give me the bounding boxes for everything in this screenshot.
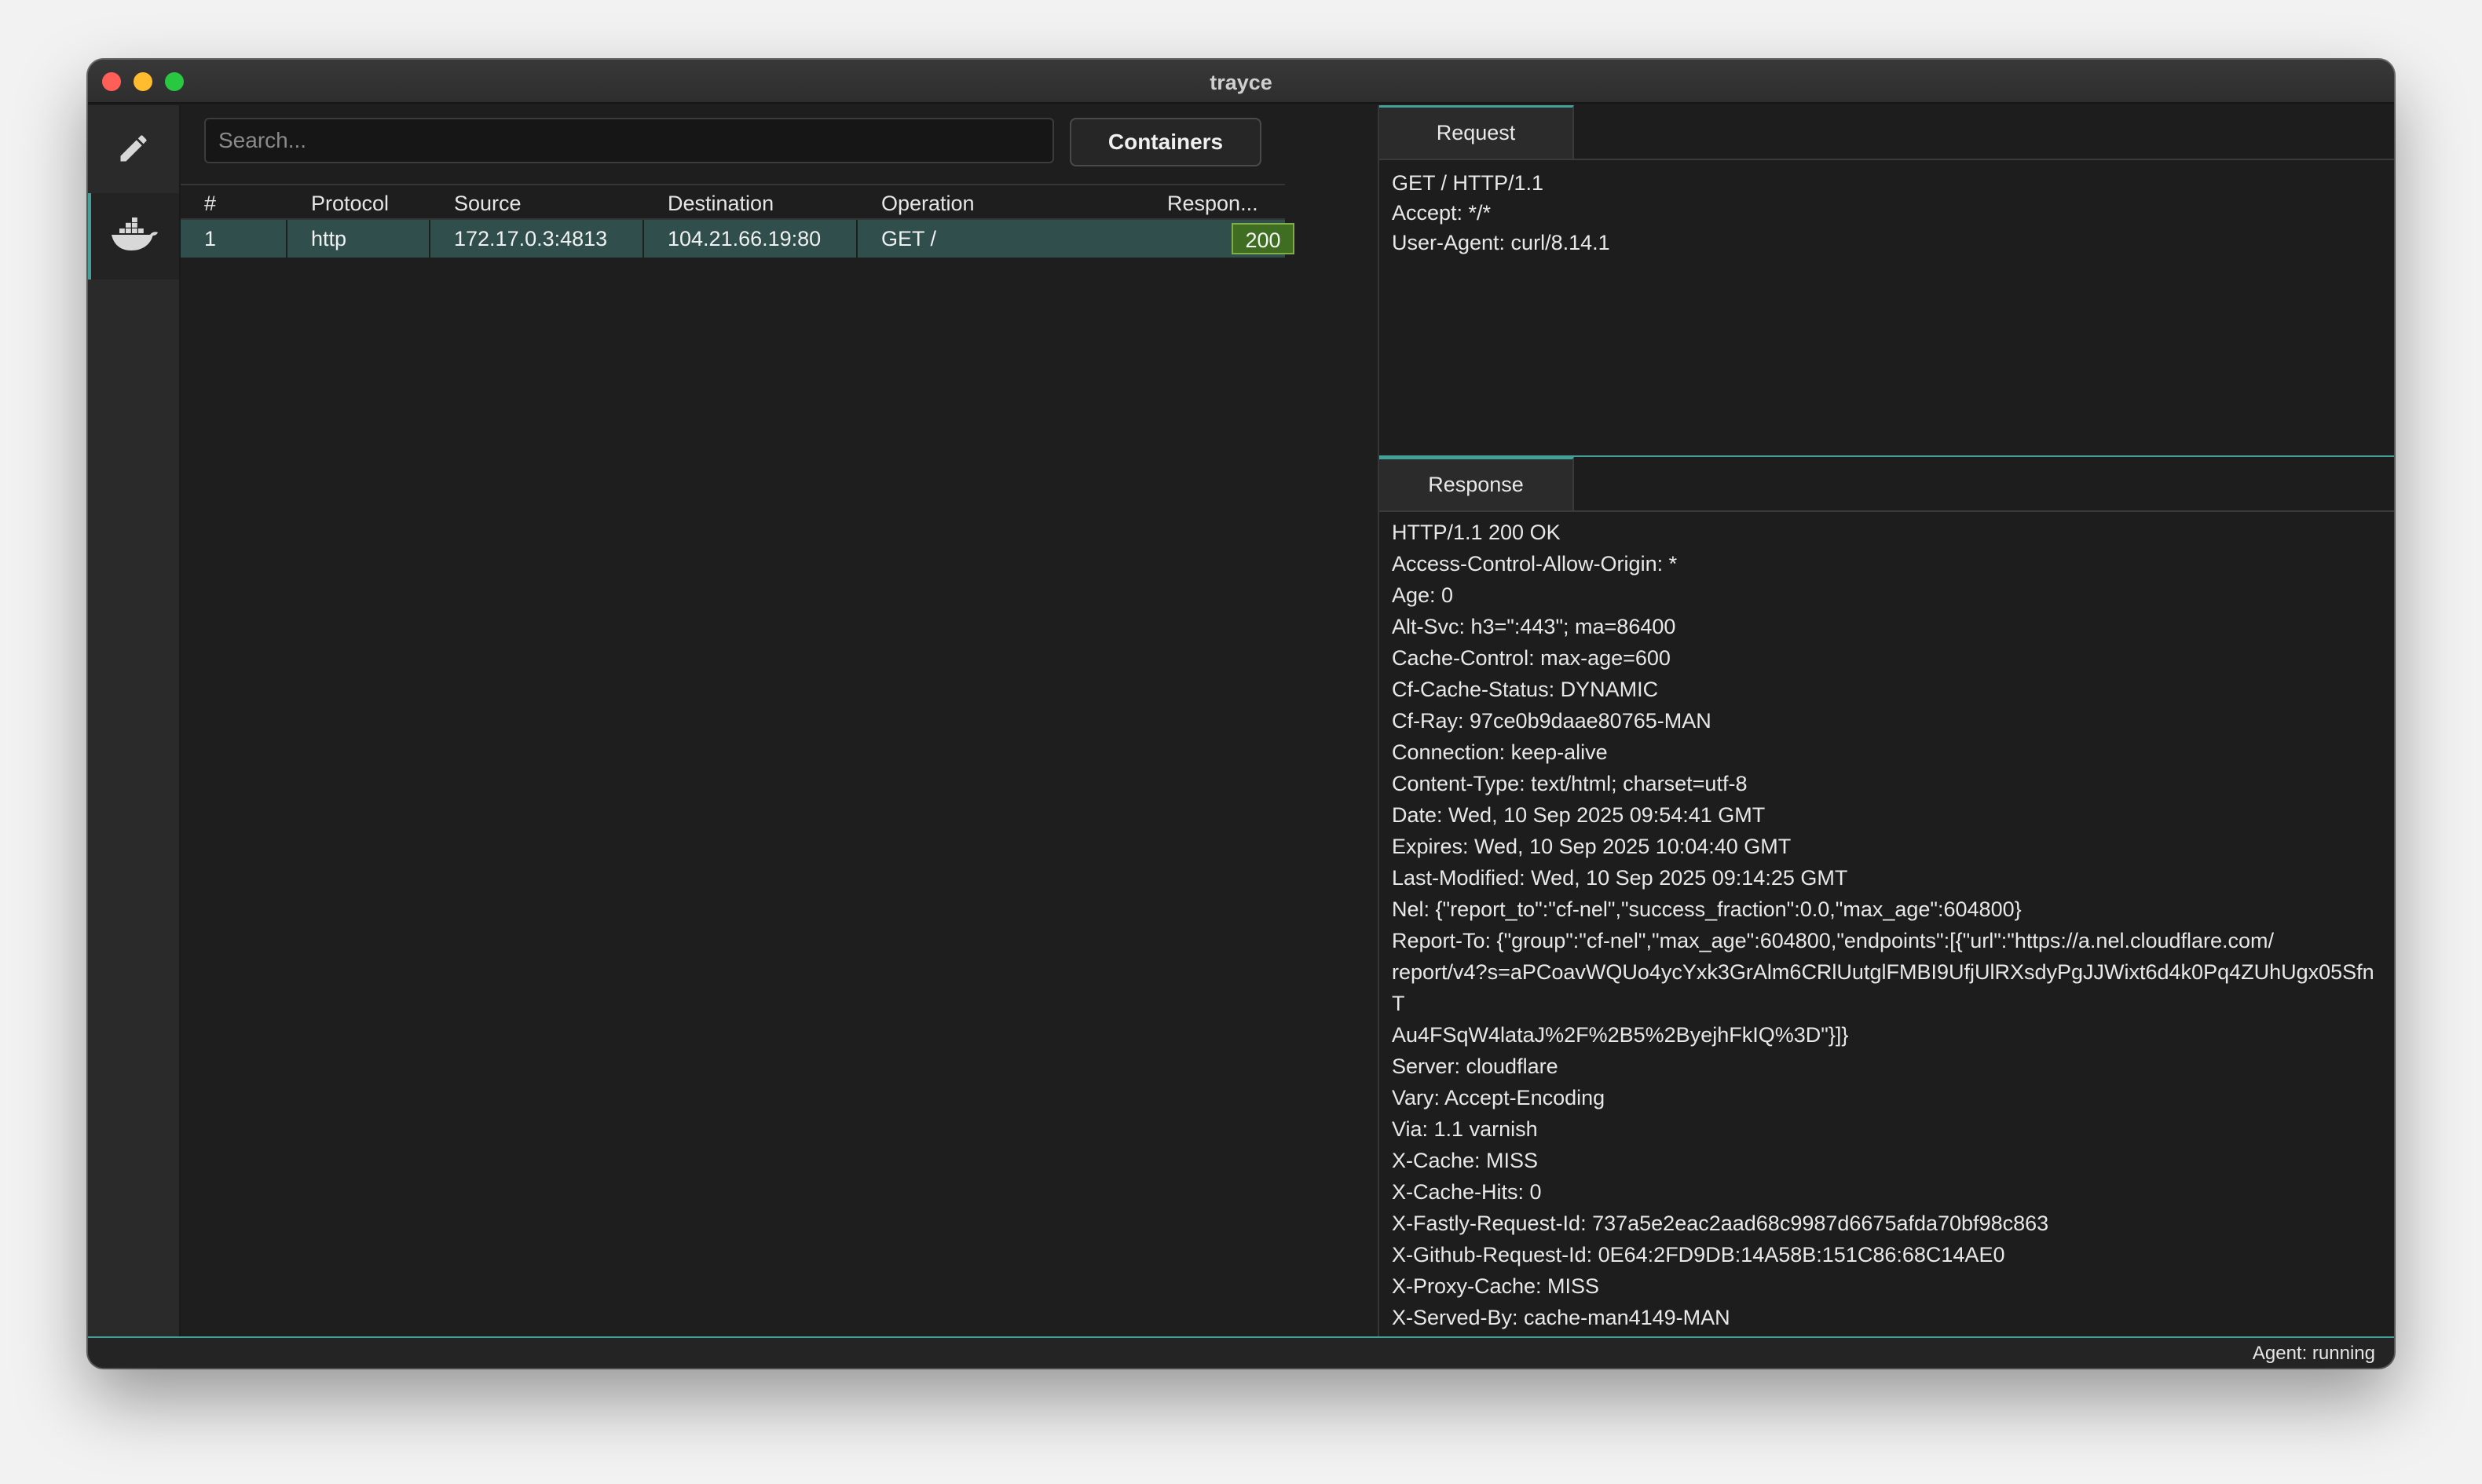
cell-protocol: http <box>287 220 430 258</box>
response-line: Connection: keep-alive <box>1392 740 1608 764</box>
cell-destination: 104.21.66.19:80 <box>644 220 858 258</box>
response-line: X-Served-By: cache-man4149-MAN <box>1392 1306 1730 1329</box>
status-bar: Agent: running <box>88 1336 2394 1368</box>
column-header-protocol[interactable]: Protocol <box>311 192 389 216</box>
cell-operation: GET / <box>881 227 937 250</box>
traffic-list-panel: Containers # Protocol Source Destination… <box>181 105 1378 1336</box>
status-badge: 200 <box>1232 223 1294 254</box>
tab-bar-divider <box>1379 159 2394 160</box>
response-line: X-Github-Request-Id: 0E64:2FD9DB:14A58B:… <box>1392 1243 2005 1267</box>
column-header-destination[interactable]: Destination <box>668 192 774 216</box>
window-title: trayce <box>1210 71 1272 94</box>
table-row[interactable]: 1 http 172.17.0.3:4813 104.21.66.19:80 G… <box>181 220 1294 258</box>
docker-whale-icon <box>112 217 158 250</box>
response-line: Expires: Wed, 10 Sep 2025 10:04:40 GMT <box>1392 835 1792 858</box>
tab-request[interactable]: Request <box>1379 105 1574 159</box>
tab-response[interactable]: Response <box>1379 457 1574 510</box>
table-header: # Protocol Source Destination Operation … <box>181 184 1285 220</box>
sidebar-item-editor[interactable] <box>88 105 179 192</box>
response-line: Content-Type: text/html; charset=utf-8 <box>1392 772 1748 795</box>
response-line: Server: cloudflare <box>1392 1055 1558 1078</box>
agent-status: Agent: running <box>2252 1343 2375 1364</box>
response-line: Cf-Ray: 97ce0b9daae80765-MAN <box>1392 709 1711 733</box>
response-line: X-Cache-Hits: 0 <box>1392 1180 1542 1204</box>
cell-number: 1 <box>181 220 287 258</box>
column-header-response[interactable]: Respon... <box>1167 192 1258 216</box>
request-content: GET / HTTP/1.1 Accept: */* User-Agent: cur… <box>1392 168 2381 258</box>
title-bar: trayce <box>88 60 2394 104</box>
response-line: Cf-Cache-Status: DYNAMIC <box>1392 678 1659 701</box>
response-line: Vary: Accept-Encoding <box>1392 1086 1605 1109</box>
response-line: Report-To: {"group":"cf-nel","max_age":6… <box>1392 929 2275 952</box>
response-line: report/v4?s=aPCoavWQUo4ycYxk3GrAlm6CRlUu… <box>1392 960 2374 1015</box>
search-input[interactable] <box>204 118 1054 163</box>
response-line: Access-Control-Allow-Origin: * <box>1392 552 1678 576</box>
response-line: Last-Modified: Wed, 10 Sep 2025 09:14:25… <box>1392 866 1848 890</box>
column-header-number[interactable]: # <box>204 192 216 216</box>
response-line: Alt-Svc: h3=":443"; ma=86400 <box>1392 615 1676 638</box>
pencil-icon <box>120 135 147 162</box>
response-line: Nel: {"report_to":"cf-nel","success_frac… <box>1392 897 2022 921</box>
request-line: User-Agent: curl/8.14.1 <box>1392 231 1610 254</box>
app-window: trayce Containers # Protocol <box>88 60 2394 1368</box>
response-line: X-Proxy-Cache: MISS <box>1392 1274 1600 1298</box>
request-line: GET / HTTP/1.1 <box>1392 171 1544 195</box>
response-line: Via: 1.1 varnish <box>1392 1117 1538 1141</box>
column-header-source[interactable]: Source <box>454 192 522 216</box>
request-line: Accept: */* <box>1392 201 1492 225</box>
response-content: HTTP/1.1 200 OK Access-Control-Allow-Orig… <box>1392 517 2381 1365</box>
response-line: Age: 0 <box>1392 583 1454 607</box>
detail-panel: Request GET / HTTP/1.1 Accept: */* User-Ag… <box>1379 105 2394 1361</box>
response-line: Cache-Control: max-age=600 <box>1392 646 1671 670</box>
response-line: Date: Wed, 10 Sep 2025 09:54:41 GMT <box>1392 803 1766 827</box>
response-line: Au4FSqW4lataJ%2F%2B5%2ByejhFkIQ%3D"}]} <box>1392 1023 1849 1047</box>
cell-source: 172.17.0.3:4813 <box>430 220 644 258</box>
response-line: X-Cache: MISS <box>1392 1149 1539 1172</box>
tab-bar-divider <box>1379 510 2394 512</box>
containers-button[interactable]: Containers <box>1070 118 1261 166</box>
sidebar-item-containers[interactable] <box>88 193 179 280</box>
column-header-operation[interactable]: Operation <box>881 192 975 216</box>
response-line: HTTP/1.1 200 OK <box>1392 521 1561 544</box>
response-line: X-Fastly-Request-Id: 737a5e2eac2aad68c99… <box>1392 1212 2049 1235</box>
sidebar <box>88 105 181 1336</box>
